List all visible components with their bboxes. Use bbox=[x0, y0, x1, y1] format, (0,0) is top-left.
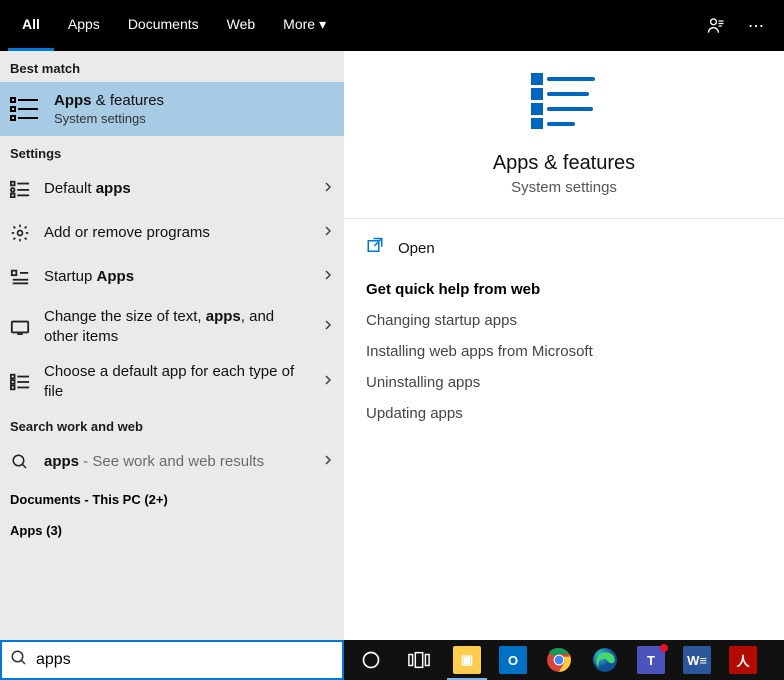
chevron-right-icon bbox=[322, 453, 334, 471]
taskbar-word[interactable]: W≡ bbox=[674, 640, 720, 680]
taskbar-teams[interactable]: T bbox=[628, 640, 674, 680]
chevron-right-icon bbox=[322, 318, 334, 336]
options-icon[interactable]: ⋯ bbox=[736, 0, 776, 51]
settings-item-label: Startup Apps bbox=[44, 267, 310, 287]
taskbar-acrobat[interactable]: 人 bbox=[720, 640, 766, 680]
taskbar-cortana[interactable] bbox=[348, 640, 394, 680]
chevron-right-icon bbox=[322, 373, 334, 391]
tab-web[interactable]: Web bbox=[213, 0, 270, 51]
settings-item-icon bbox=[8, 177, 32, 201]
settings-item-icon bbox=[8, 370, 32, 394]
tab-apps[interactable]: Apps bbox=[54, 0, 114, 51]
quick-help-link-3[interactable]: Updating apps bbox=[366, 405, 762, 422]
search-icon bbox=[8, 450, 32, 474]
taskbar-taskview[interactable] bbox=[396, 640, 442, 680]
search-work-web-item[interactable]: apps - See work and web results bbox=[0, 440, 344, 484]
quick-help-header: Get quick help from web bbox=[366, 281, 762, 298]
section-best-match: Best match bbox=[0, 51, 344, 82]
settings-item-label: Default apps bbox=[44, 179, 310, 199]
preview-list-icon bbox=[531, 73, 597, 134]
section-documents-pc[interactable]: Documents - This PC (2+) bbox=[0, 484, 344, 515]
section-settings: Settings bbox=[0, 136, 344, 167]
search-box[interactable] bbox=[0, 640, 344, 680]
settings-item-2[interactable]: Startup Apps bbox=[0, 255, 344, 299]
settings-item-label: Choose a default app for each type of fi… bbox=[44, 362, 310, 401]
search-tabs: All Apps Documents Web More ▾ ⋯ bbox=[0, 0, 784, 51]
chevron-right-icon bbox=[322, 268, 334, 286]
preview-subtitle: System settings bbox=[511, 179, 617, 196]
results-panel: Best match Apps & features System settin… bbox=[0, 51, 344, 640]
settings-item-icon bbox=[8, 221, 32, 245]
search-icon bbox=[10, 649, 28, 672]
tab-all[interactable]: All bbox=[8, 0, 54, 51]
settings-item-icon bbox=[8, 265, 32, 289]
section-search-work-web: Search work and web bbox=[0, 409, 344, 440]
taskbar-chrome[interactable] bbox=[536, 640, 582, 680]
tab-more[interactable]: More ▾ bbox=[269, 0, 340, 51]
apps-features-icon bbox=[8, 92, 42, 126]
taskbar-edge[interactable] bbox=[582, 640, 628, 680]
best-match-result[interactable]: Apps & features System settings bbox=[0, 82, 344, 136]
preview-title: Apps & features bbox=[493, 152, 635, 175]
chevron-right-icon bbox=[322, 180, 334, 198]
search-input[interactable] bbox=[36, 651, 334, 669]
settings-item-icon bbox=[8, 315, 32, 339]
chevron-down-icon: ▾ bbox=[319, 16, 326, 33]
quick-help-link-2[interactable]: Uninstalling apps bbox=[366, 374, 762, 391]
settings-item-3[interactable]: Change the size of text, apps, and other… bbox=[0, 299, 344, 354]
settings-item-1[interactable]: Add or remove programs bbox=[0, 211, 344, 255]
settings-item-label: Add or remove programs bbox=[44, 223, 310, 243]
settings-item-0[interactable]: Default apps bbox=[0, 167, 344, 211]
preview-panel: Apps & features System settings Open Get… bbox=[344, 51, 784, 640]
quick-help-link-1[interactable]: Installing web apps from Microsoft bbox=[366, 343, 762, 360]
open-icon bbox=[366, 237, 384, 259]
taskbar-file-explorer[interactable]: ▣ bbox=[444, 640, 490, 680]
open-button[interactable]: Open bbox=[344, 219, 784, 277]
chevron-right-icon bbox=[322, 224, 334, 242]
tab-documents[interactable]: Documents bbox=[114, 0, 213, 51]
taskbar: ▣O TW≡人 bbox=[344, 640, 784, 680]
section-apps-count[interactable]: Apps (3) bbox=[0, 515, 344, 546]
quick-help-link-0[interactable]: Changing startup apps bbox=[366, 312, 762, 329]
taskbar-outlook[interactable]: O bbox=[490, 640, 536, 680]
settings-item-label: Change the size of text, apps, and other… bbox=[44, 307, 310, 346]
settings-item-4[interactable]: Choose a default app for each type of fi… bbox=[0, 354, 344, 409]
feedback-icon[interactable] bbox=[696, 0, 736, 51]
